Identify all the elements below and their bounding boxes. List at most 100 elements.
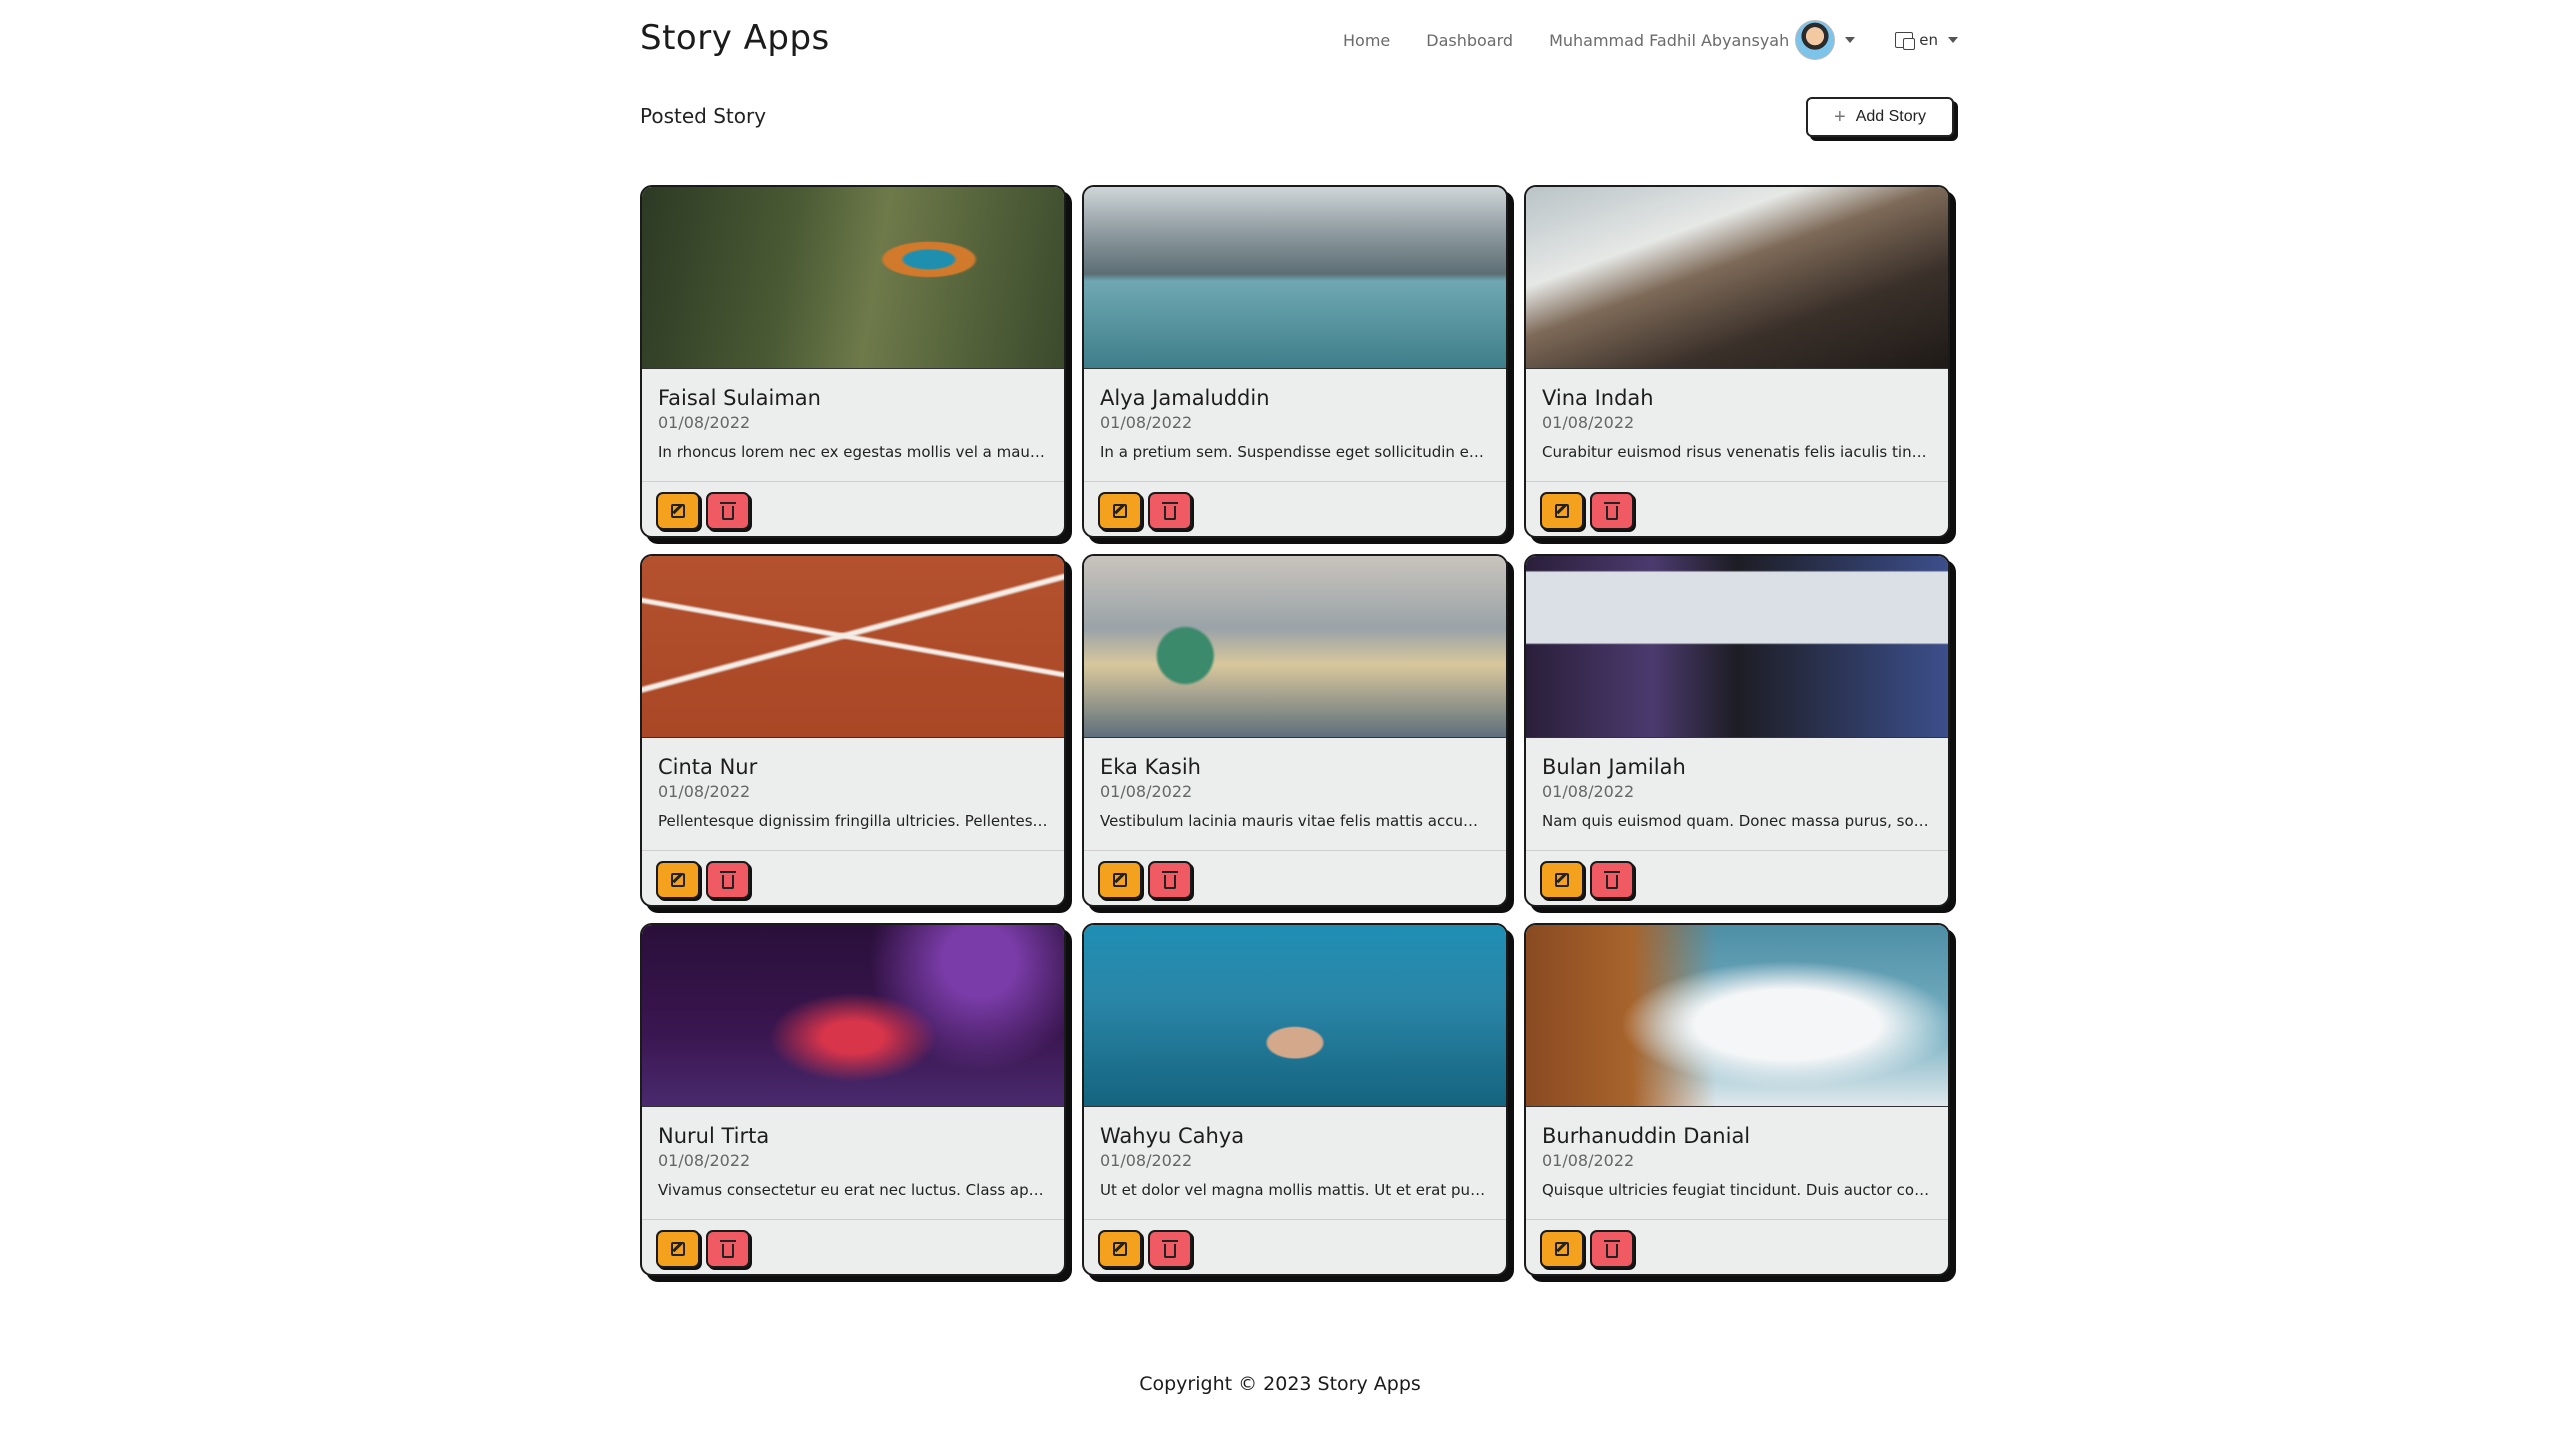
edit-story-button[interactable]: [1098, 492, 1142, 530]
story-card[interactable]: Wahyu Cahya 01/08/2022 Ut et dolor vel m…: [1082, 923, 1508, 1276]
story-image: [1084, 556, 1506, 738]
story-date: 01/08/2022: [1100, 1151, 1193, 1170]
edit-story-button[interactable]: [656, 861, 700, 899]
story-author: Bulan Jamilah: [1542, 755, 1686, 779]
pencil-square-icon: [671, 1242, 685, 1256]
story-author: Vina Indah: [1542, 386, 1654, 410]
pencil-square-icon: [1555, 873, 1569, 887]
edit-story-button[interactable]: [1540, 492, 1584, 530]
delete-story-button[interactable]: [706, 861, 750, 899]
delete-story-button[interactable]: [1148, 492, 1192, 530]
caret-down-icon: [1845, 37, 1856, 43]
edit-story-button[interactable]: [1540, 1230, 1584, 1268]
story-image: [1084, 187, 1506, 369]
story-author: Alya Jamaluddin: [1100, 386, 1270, 410]
story-image: [642, 556, 1064, 738]
story-description: In rhoncus lorem nec ex egestas mollis v…: [658, 443, 1048, 461]
story-card[interactable]: Nurul Tirta 01/08/2022 Vivamus consectet…: [640, 923, 1066, 1276]
story-card[interactable]: Faisal Sulaiman 01/08/2022 In rhoncus lo…: [640, 185, 1066, 538]
edit-story-button[interactable]: [1540, 861, 1584, 899]
trash-icon: [720, 870, 736, 889]
story-card[interactable]: Alya Jamaluddin 01/08/2022 In a pretium …: [1082, 185, 1508, 538]
trash-icon: [1604, 501, 1620, 520]
edit-story-button[interactable]: [656, 1230, 700, 1268]
pencil-square-icon: [1555, 1242, 1569, 1256]
story-date: 01/08/2022: [1100, 413, 1193, 432]
pencil-square-icon: [1113, 1242, 1127, 1256]
brand-logo[interactable]: Story Apps: [640, 18, 830, 58]
delete-story-button[interactable]: [1590, 1230, 1634, 1268]
story-author: Eka Kasih: [1100, 755, 1201, 779]
story-date: 01/08/2022: [658, 782, 751, 801]
user-menu-dropdown[interactable]: Muhammad Fadhil Abyansyah: [1549, 20, 1856, 60]
story-description: Vestibulum lacinia mauris vitae felis ma…: [1100, 812, 1490, 830]
story-image: [1084, 925, 1506, 1107]
edit-story-button[interactable]: [656, 492, 700, 530]
trash-icon: [1604, 1239, 1620, 1258]
delete-story-button[interactable]: [1590, 861, 1634, 899]
nav-links: Home Dashboard Muhammad Fadhil Abyansyah…: [1343, 20, 1958, 60]
story-card[interactable]: Vina Indah 01/08/2022 Curabitur euismod …: [1524, 185, 1950, 538]
story-card[interactable]: Eka Kasih 01/08/2022 Vestibulum lacinia …: [1082, 554, 1508, 907]
footer-copyright: Copyright © 2023 Story Apps: [1139, 1373, 1421, 1395]
story-card[interactable]: Burhanuddin Danial 01/08/2022 Quisque ul…: [1524, 923, 1950, 1276]
pencil-square-icon: [1555, 504, 1569, 518]
delete-story-button[interactable]: [706, 492, 750, 530]
avatar: [1795, 20, 1836, 60]
add-story-label: Add Story: [1855, 108, 1926, 125]
nav-home-link[interactable]: Home: [1343, 31, 1390, 50]
story-image: [642, 187, 1064, 369]
story-author: Wahyu Cahya: [1100, 1124, 1245, 1148]
story-card[interactable]: Bulan Jamilah 01/08/2022 Nam quis euismo…: [1524, 554, 1950, 907]
story-description: Curabitur euismod risus venenatis felis …: [1542, 443, 1932, 461]
story-description: Nam quis euismod quam. Donec massa purus…: [1542, 812, 1932, 830]
edit-story-button[interactable]: [1098, 861, 1142, 899]
story-grid: Faisal Sulaiman 01/08/2022 In rhoncus lo…: [640, 185, 1958, 1276]
story-image: [1526, 556, 1948, 738]
trash-icon: [1162, 1239, 1178, 1258]
plus-icon: +: [1834, 106, 1846, 128]
pencil-square-icon: [671, 504, 685, 518]
trash-icon: [1604, 870, 1620, 889]
trash-icon: [720, 1239, 736, 1258]
story-date: 01/08/2022: [658, 1151, 751, 1170]
story-image: [1526, 187, 1948, 369]
story-author: Nurul Tirta: [658, 1124, 770, 1148]
nav-dashboard-link[interactable]: Dashboard: [1426, 31, 1513, 50]
language-dropdown[interactable]: en: [1895, 31, 1958, 50]
story-author: Faisal Sulaiman: [658, 386, 821, 410]
trash-icon: [1162, 870, 1178, 889]
story-date: 01/08/2022: [1542, 413, 1635, 432]
section-title: Posted Story: [640, 104, 767, 128]
edit-story-button[interactable]: [1098, 1230, 1142, 1268]
story-card[interactable]: Cinta Nur 01/08/2022 Pellentesque dignis…: [640, 554, 1066, 907]
delete-story-button[interactable]: [1148, 861, 1192, 899]
caret-down-icon: [1948, 37, 1958, 43]
user-name: Muhammad Fadhil Abyansyah: [1549, 30, 1790, 50]
story-date: 01/08/2022: [1100, 782, 1193, 801]
delete-story-button[interactable]: [1148, 1230, 1192, 1268]
navbar: Story Apps Home Dashboard Muhammad Fadhi…: [638, 0, 1958, 76]
story-date: 01/08/2022: [1542, 782, 1635, 801]
pencil-square-icon: [671, 873, 685, 887]
add-story-button[interactable]: + Add Story: [1806, 97, 1954, 137]
delete-story-button[interactable]: [706, 1230, 750, 1268]
story-image: [642, 925, 1064, 1107]
language-label: en: [1919, 31, 1938, 49]
story-description: Ut et dolor vel magna mollis mattis. Ut …: [1100, 1181, 1490, 1199]
story-date: 01/08/2022: [1542, 1151, 1635, 1170]
story-image: [1526, 925, 1948, 1107]
story-author: Cinta Nur: [658, 755, 758, 779]
story-description: Quisque ultricies feugiat tincidunt. Dui…: [1542, 1181, 1932, 1199]
trash-icon: [1162, 501, 1178, 520]
trash-icon: [720, 501, 736, 520]
translate-icon: [1895, 32, 1916, 50]
story-author: Burhanuddin Danial: [1542, 1124, 1751, 1148]
delete-story-button[interactable]: [1590, 492, 1634, 530]
story-description: Pellentesque dignissim fringilla ultrici…: [658, 812, 1048, 830]
story-description: In a pretium sem. Suspendisse eget solli…: [1100, 443, 1490, 461]
story-description: Vivamus consectetur eu erat nec luctus. …: [658, 1181, 1048, 1199]
pencil-square-icon: [1113, 504, 1127, 518]
pencil-square-icon: [1113, 873, 1127, 887]
story-date: 01/08/2022: [658, 413, 751, 432]
